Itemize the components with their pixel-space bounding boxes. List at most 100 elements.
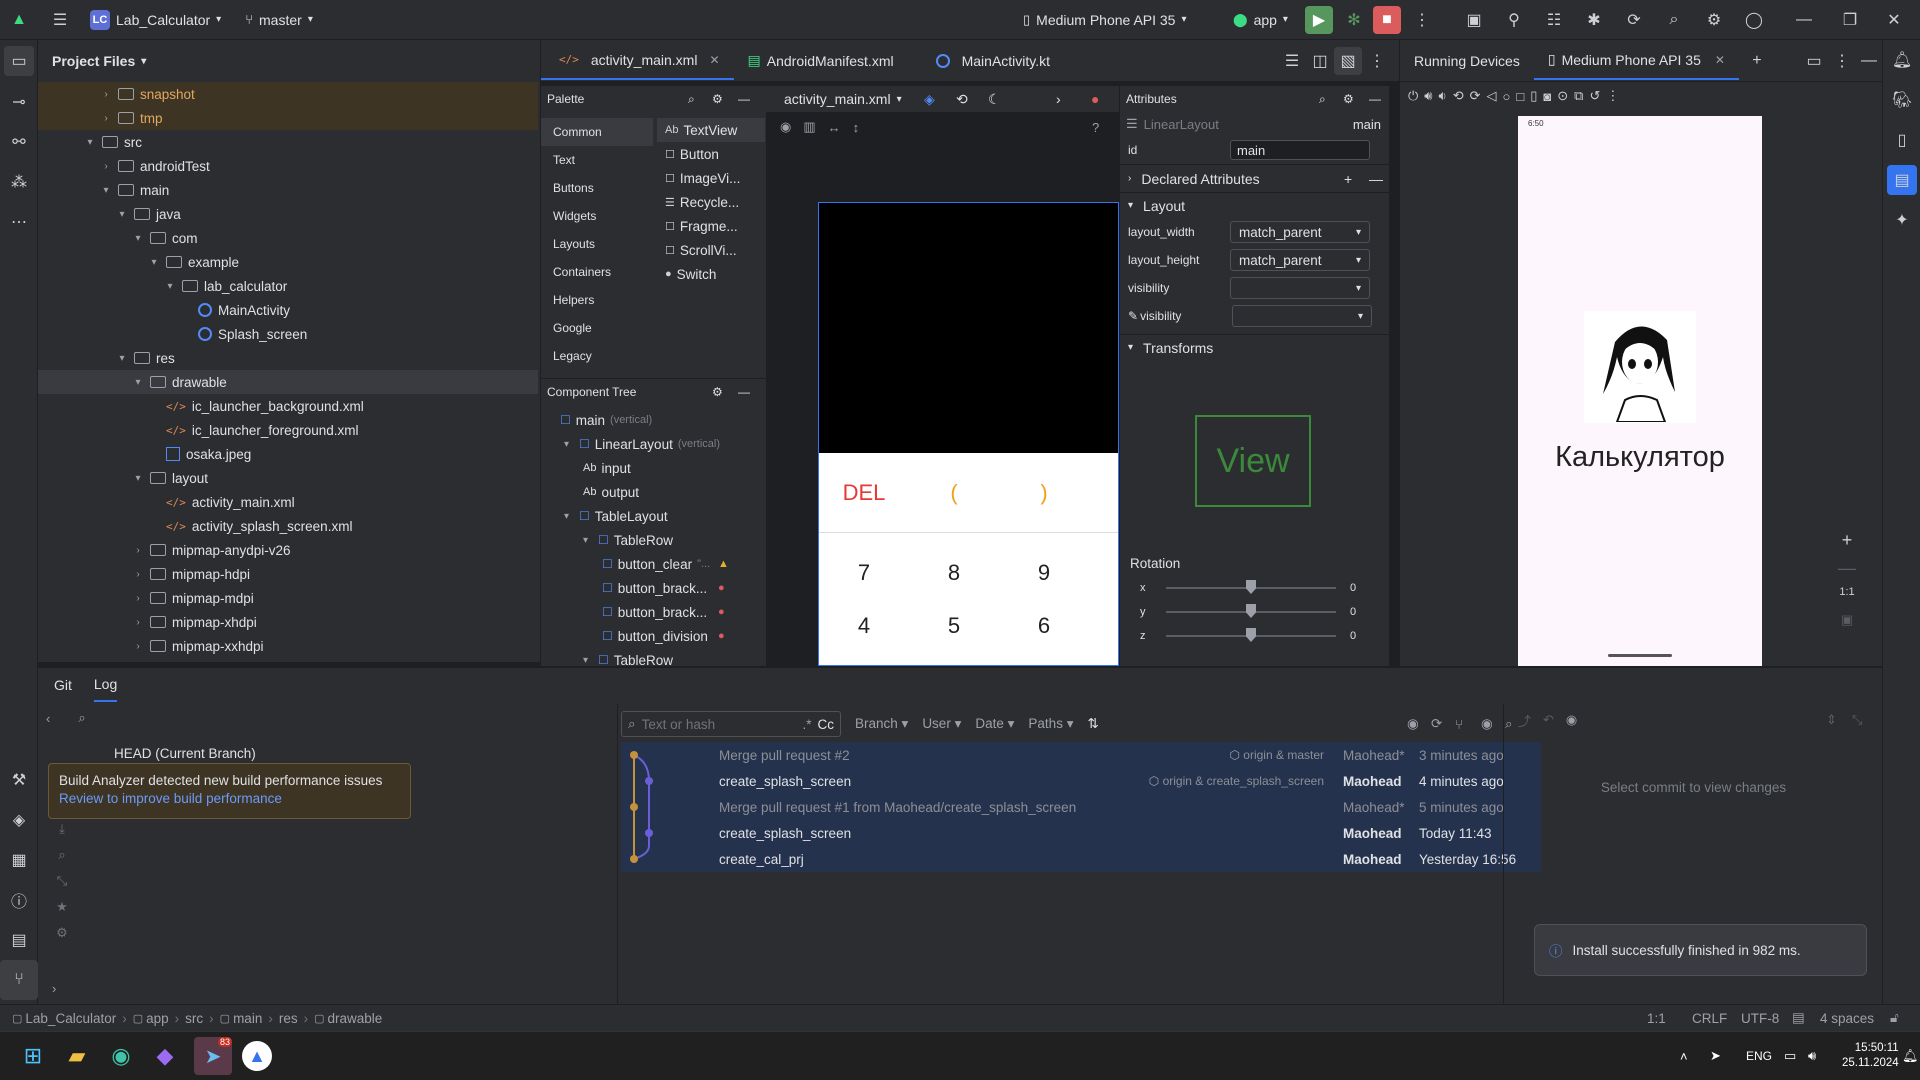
head-branch[interactable]: HEAD (Current Branch) — [114, 746, 256, 761]
tree-item[interactable]: Splash_screen — [38, 322, 538, 346]
obsidian-icon[interactable]: ◆ — [150, 1041, 180, 1071]
palette-category[interactable]: Containers — [541, 258, 653, 286]
telegram-icon[interactable]: ➤ 83 — [194, 1037, 232, 1075]
tree-item[interactable]: ▾ drawable — [38, 370, 538, 394]
gemini-icon[interactable]: ◈ — [0, 800, 38, 840]
zoom-out-icon[interactable]: — — [1832, 558, 1862, 586]
close-icon[interactable]: ✕ — [709, 53, 719, 67]
button-bracket-close[interactable]: ) — [999, 480, 1089, 506]
app-inspection-icon[interactable]: ⚲ — [1500, 6, 1528, 34]
chevron-down-icon[interactable]: ▾ — [114, 209, 130, 220]
search-icon[interactable]: ⌕ — [1319, 92, 1326, 107]
chevron-down-icon[interactable]: ▾ — [564, 439, 574, 450]
collapse-icon[interactable]: ‹ — [46, 711, 50, 726]
sync-icon[interactable]: ⟳ — [1620, 6, 1648, 34]
chevron-right-icon[interactable]: › — [98, 89, 114, 100]
breadcrumb-item[interactable]: ▢ Lab_Calculator — [12, 1011, 116, 1026]
notification-center-icon[interactable]: 🔔︎ — [1902, 1048, 1919, 1064]
orientation-icon[interactable]: ⟲ — [956, 91, 968, 108]
lock-icon[interactable]: 🔓︎ — [1890, 1010, 1899, 1026]
declared-attributes-header[interactable]: Declared Attributes — [1141, 171, 1259, 187]
mirror-icon[interactable]: ⧉ — [1574, 88, 1583, 104]
tab-main-activity[interactable]: MainActivity.kt — [918, 42, 1064, 80]
component-tree-item[interactable]: ▾ ☐ TableRow — [541, 648, 766, 667]
tree-item[interactable]: ▾ example — [38, 250, 538, 274]
view-options-icon[interactable]: ◉ — [1481, 716, 1493, 732]
sdk-manager-icon[interactable]: ☷ — [1540, 6, 1568, 34]
commit-row[interactable]: create_splash_screen ⬡ origin & create_sp… — [661, 768, 1536, 794]
layout-section-header[interactable]: Layout — [1143, 198, 1185, 214]
clock[interactable]: 15:50:11 25.11.2024 — [1842, 1041, 1899, 1071]
tab-android-manifest[interactable]: ▤ AndroidManifest.xml — [734, 42, 908, 80]
minimize-icon[interactable]: — — [1855, 47, 1883, 75]
record-icon[interactable]: ⊙ — [1557, 88, 1568, 104]
branch-filter[interactable]: Branch ▾ — [855, 716, 908, 732]
palette-category[interactable]: Buttons — [541, 174, 653, 202]
commit-row[interactable]: create_splash_screen Maohead Today 11:43 — [661, 820, 1536, 846]
component-tree-item[interactable]: ☐ main (vertical) — [541, 408, 766, 432]
blueprint-icon[interactable]: ▥ — [803, 119, 815, 135]
device-manager-icon[interactable]: ▣ — [1460, 6, 1488, 34]
cherry-pick-icon[interactable]: ◉ — [1407, 716, 1419, 732]
chevron-down-icon[interactable]: ▾ — [130, 473, 146, 484]
main-menu-icon[interactable]: ☰ — [46, 6, 74, 34]
structure-icon[interactable]: ⚯ — [0, 122, 38, 162]
tree-item[interactable]: </> ic_launcher_background.xml — [38, 394, 538, 418]
windows-start-icon[interactable]: ⊞ — [18, 1041, 48, 1071]
tree-item[interactable]: MainActivity — [38, 298, 538, 322]
run-config-selector[interactable]: ⬤ app ▾ — [1225, 5, 1296, 35]
remove-icon[interactable]: — — [1369, 171, 1383, 187]
button-9[interactable]: 9 — [999, 560, 1089, 586]
paths-filter[interactable]: Paths ▾ — [1028, 716, 1073, 732]
button-4[interactable]: 4 — [819, 613, 909, 639]
fold-icon[interactable]: ▯ — [1530, 88, 1537, 104]
commit-row[interactable]: create_cal_prj Maohead Yesterday 16:56 — [661, 846, 1536, 872]
palette-widget[interactable]: ☐ ScrollVi... — [657, 238, 765, 262]
tree-item[interactable]: </> ic_launcher_foreground.xml — [38, 418, 538, 442]
tree-item[interactable]: › snapshot — [38, 82, 538, 106]
zoom-in-icon[interactable]: + — [1832, 530, 1862, 558]
notifications-icon[interactable]: 🔔︎ — [1883, 40, 1920, 80]
add-icon[interactable]: + — [1344, 171, 1352, 187]
breadcrumb-item[interactable]: res — [279, 1011, 298, 1026]
attribute-dropdown[interactable]: ▾ — [1232, 305, 1373, 327]
install-notification[interactable]: ⓘ Install successfully finished in 982 m… — [1534, 924, 1867, 976]
component-tree-item[interactable]: Ab output — [541, 480, 766, 504]
chevron-down-icon[interactable]: ▾ — [146, 257, 162, 268]
tree-item[interactable]: ▾ lab_calculator — [38, 274, 538, 298]
search-icon[interactable]: ⌕ — [1660, 6, 1688, 34]
revert-icon[interactable]: ↶ — [1543, 712, 1554, 728]
overview-icon[interactable]: □ — [1516, 89, 1524, 104]
stop-button[interactable]: ■ — [1373, 5, 1401, 34]
tree-item[interactable]: › mipmap-mdpi — [38, 586, 538, 610]
problems-icon[interactable]: ⓘ — [0, 880, 38, 920]
branch-switcher[interactable]: ⑂ master ▾ — [237, 5, 321, 35]
collapse-all-icon[interactable]: ⤡ — [1852, 712, 1862, 728]
snapshot-icon[interactable]: ↺ — [1589, 88, 1600, 104]
palette-category[interactable]: Common — [541, 118, 653, 146]
screenshot-icon[interactable]: ◙ — [1543, 89, 1551, 104]
fit-screen-icon[interactable]: ▣ — [1832, 612, 1862, 638]
tree-item[interactable]: </> activity_main.xml — [38, 490, 538, 514]
button-8[interactable]: 8 — [909, 560, 999, 586]
palette-widget[interactable]: Ab TextView — [657, 118, 765, 142]
volume-icon[interactable]: 🔊︎ — [1808, 1048, 1816, 1064]
horizontal-constraint-icon[interactable]: ↔ — [828, 120, 841, 135]
component-tree-item[interactable]: ☐ button_clear "... ▲ — [541, 552, 766, 576]
commit-icon[interactable]: ⊸ — [0, 82, 38, 122]
project-switcher[interactable]: LC Lab_Calculator ▾ — [82, 5, 229, 35]
date-filter[interactable]: Date ▾ — [975, 716, 1014, 732]
eye-icon[interactable]: ◉ — [780, 119, 791, 135]
palette-category[interactable]: Google — [541, 314, 653, 342]
chevron-down-icon[interactable]: ▾ — [564, 511, 574, 522]
gradle-icon[interactable]: 🐘︎ — [1883, 80, 1920, 120]
search-icon[interactable]: ⌕ — [78, 710, 85, 726]
minimize-icon[interactable]: — — [738, 385, 750, 399]
back-icon[interactable]: ◁ — [1487, 88, 1497, 104]
project-folder-icon[interactable]: ▭ — [4, 46, 34, 76]
tree-item[interactable]: osaka.jpeg — [38, 442, 538, 466]
search-icon[interactable]: ⌕ — [52, 842, 72, 868]
error-icon[interactable]: ● — [718, 582, 725, 594]
slider-thumb[interactable] — [1246, 580, 1256, 594]
refresh-icon[interactable]: ⟳ — [1431, 716, 1442, 732]
